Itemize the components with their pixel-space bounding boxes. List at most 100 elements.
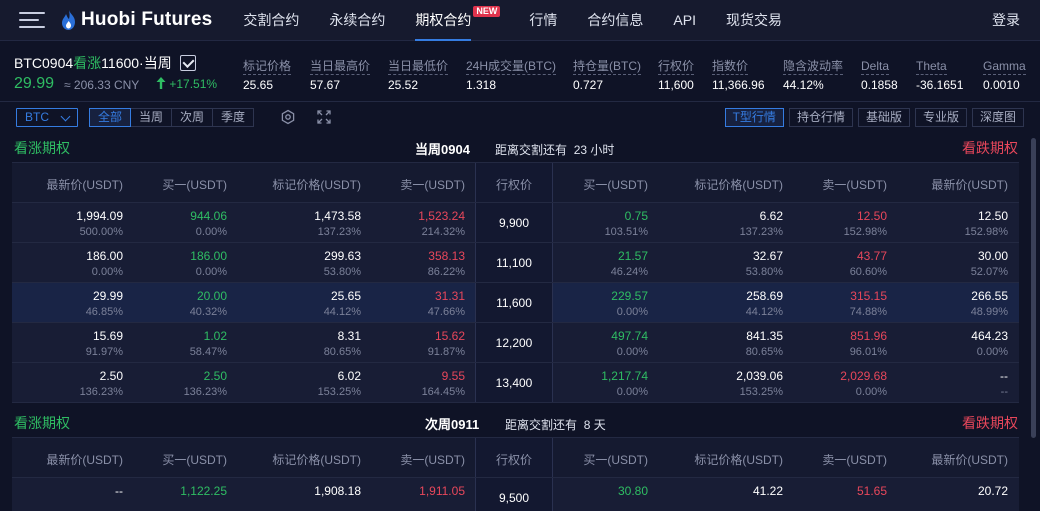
fullscreen-icon[interactable] <box>316 109 332 125</box>
put-ask-cell[interactable]: 43.77 60.60% <box>850 249 887 279</box>
call-mark-cell[interactable]: 25.65 44.12% <box>324 289 361 319</box>
put-ask-cell[interactable]: 2,029.68 0.00% <box>840 369 887 399</box>
countdown-label: 距离交割还有 <box>505 418 578 432</box>
col-header-put-bid: 买一(USDT) <box>583 178 648 192</box>
call-latest-cell[interactable]: 15.69 91.97% <box>86 329 123 359</box>
call-ask-cell[interactable]: 9.55 164.45% <box>422 369 465 399</box>
cell-iv: 91.87% <box>427 346 465 358</box>
cell-iv: 152.98% <box>964 226 1008 238</box>
call-bid-cell[interactable]: 186.00 0.00% <box>190 249 227 279</box>
section-header-next-week: 看涨期权 次周0911 距离交割还有 8 天 看跌期权 <box>0 409 1040 435</box>
filter-this-week[interactable]: 当周 <box>131 108 173 127</box>
table-row[interactable]: 186.00 0.00% 186.00 0.00% 299.63 53.80% 358.13… <box>12 243 1019 283</box>
view-basic[interactable]: 基础版 <box>857 108 910 127</box>
cell-iv: 44.12% <box>323 306 361 318</box>
put-bid-cell[interactable]: 30.80 <box>618 484 648 500</box>
cell-iv: 86.22% <box>427 266 465 278</box>
stat-value: 0.727 <box>573 78 604 92</box>
currency-select[interactable]: BTC <box>16 108 78 127</box>
put-latest-cell[interactable]: 20.72 <box>978 484 1008 500</box>
nav-markets[interactable]: 行情 <box>529 0 557 41</box>
call-latest-cell[interactable]: -- <box>115 484 123 500</box>
cell-iv: -- <box>1000 386 1008 398</box>
settings-hexagon-icon[interactable] <box>280 109 296 125</box>
view-depth-chart[interactable]: 深度图 <box>971 108 1024 127</box>
put-mark-cell[interactable]: 258.69 44.12% <box>746 289 783 319</box>
call-mark-cell[interactable]: 1,908.18 <box>314 484 361 500</box>
call-latest-cell[interactable]: 1,994.09 500.00% <box>76 209 123 239</box>
col-header-put-mark: 标记价格(USDT) <box>694 453 783 467</box>
filter-quarter[interactable]: 季度 <box>213 108 255 127</box>
strike-price: 9,500 <box>498 491 530 505</box>
nav-api[interactable]: API <box>673 0 696 41</box>
call-bid-cell[interactable]: 2.50 136.23% <box>184 369 227 399</box>
stat-gamma: Gamma 0.0010 <box>983 59 1026 92</box>
call-latest-cell[interactable]: 29.99 46.85% <box>86 289 123 319</box>
put-mark-cell[interactable]: 6.62 137.23% <box>740 209 783 239</box>
call-mark-cell[interactable]: 6.02 153.25% <box>318 369 361 399</box>
put-ask-cell[interactable]: 851.96 96.01% <box>850 329 887 359</box>
put-bid-cell[interactable]: 0.75 103.51% <box>605 209 648 239</box>
view-position-quote[interactable]: 持仓行情 <box>788 108 853 127</box>
contract-symbol[interactable]: BTC0904 看涨 11600·当周 <box>14 53 196 73</box>
price-change: +17.51% <box>156 77 217 91</box>
call-bid-cell[interactable]: 944.06 0.00% <box>190 209 227 239</box>
call-bid-cell[interactable]: 1.02 58.47% <box>190 329 227 359</box>
cell-iv: 103.51% <box>604 226 648 238</box>
put-mark-cell[interactable]: 2,039.06 153.25% <box>736 369 783 399</box>
menu-icon[interactable] <box>19 12 45 28</box>
call-ask-cell[interactable]: 1,523.24 214.32% <box>418 209 465 239</box>
put-latest-cell[interactable]: 30.00 52.07% <box>971 249 1008 279</box>
call-bid-cell[interactable]: 1,122.25 <box>180 484 227 500</box>
table-row[interactable]: 1,994.09 500.00% 944.06 0.00% 1,473.58 137.23… <box>12 203 1019 243</box>
nav-delivery-futures[interactable]: 交割合约 <box>243 0 299 41</box>
table-row[interactable]: 2.50 136.23% 2.50 136.23% 6.02 153.25% 9.55 164… <box>12 363 1019 403</box>
login-link[interactable]: 登录 <box>992 0 1020 40</box>
nav-perpetual-swap[interactable]: 永续合约 <box>329 0 385 41</box>
col-header-call-ask: 卖一(USDT) <box>400 453 465 467</box>
view-t-quote[interactable]: T型行情 <box>724 108 784 127</box>
table-row[interactable]: 15.69 91.97% 1.02 58.47% 8.31 80.65% 15.62 91.8… <box>12 323 1019 363</box>
cell-price: 1,908.18 <box>314 484 361 498</box>
contract-select-icon[interactable] <box>179 55 196 71</box>
put-latest-cell[interactable]: 266.55 48.99% <box>971 289 1008 319</box>
put-ask-cell[interactable]: 315.15 74.88% <box>850 289 887 319</box>
call-bid-cell[interactable]: 20.00 40.32% <box>190 289 227 319</box>
cell-iv: 0.00% <box>616 346 648 358</box>
put-latest-cell[interactable]: 464.23 0.00% <box>971 329 1008 359</box>
col-header-strike: 行权价 <box>495 178 532 192</box>
call-mark-cell[interactable]: 299.63 53.80% <box>324 249 361 279</box>
nav-options[interactable]: 期权合约 NEW <box>415 0 501 41</box>
put-mark-cell[interactable]: 41.22 <box>753 484 783 500</box>
call-latest-cell[interactable]: 186.00 0.00% <box>86 249 123 279</box>
logo[interactable]: Huobi Futures <box>61 9 212 31</box>
put-latest-cell[interactable]: 12.50 152.98% <box>965 209 1008 239</box>
put-bid-cell[interactable]: 1,217.74 0.00% <box>601 369 648 399</box>
put-ask-cell[interactable]: 12.50 152.98% <box>844 209 887 239</box>
put-ask-cell[interactable]: 51.65 <box>857 484 887 500</box>
stat-day-low: 当日最低价 25.52 <box>388 59 449 92</box>
table-row[interactable]: 29.99 46.85% 20.00 40.32% 25.65 44.12% 31.31 47… <box>12 283 1019 323</box>
scrollbar[interactable] <box>1031 138 1036 438</box>
put-mark-cell[interactable]: 841.35 80.65% <box>746 329 783 359</box>
nav-spot-trading[interactable]: 现货交易 <box>726 0 782 41</box>
call-latest-cell[interactable]: 2.50 136.23% <box>80 369 123 399</box>
view-pro[interactable]: 专业版 <box>914 108 967 127</box>
call-ask-cell[interactable]: 31.31 47.66% <box>428 289 465 319</box>
put-bid-cell[interactable]: 21.57 46.24% <box>611 249 648 279</box>
call-mark-cell[interactable]: 1,473.58 137.23% <box>314 209 361 239</box>
put-mark-cell[interactable]: 32.67 53.80% <box>746 249 783 279</box>
filter-next-week[interactable]: 次周 <box>172 108 214 127</box>
call-ask-cell[interactable]: 15.62 91.87% <box>428 329 465 359</box>
cell-iv: 47.66% <box>427 306 465 318</box>
put-bid-cell[interactable]: 229.57 0.00% <box>611 289 648 319</box>
put-latest-cell[interactable]: -- -- <box>1000 369 1008 399</box>
put-bid-cell[interactable]: 497.74 0.00% <box>611 329 648 359</box>
call-ask-cell[interactable]: 1,911.05 <box>419 484 465 500</box>
call-ask-cell[interactable]: 358.13 86.22% <box>428 249 465 279</box>
filter-all[interactable]: 全部 <box>89 108 132 127</box>
table-row[interactable]: -- 1,122.25 1,908.18 1,911.05 9,500 30.80 41.2… <box>12 478 1019 511</box>
nav-contract-info[interactable]: 合约信息 <box>587 0 643 41</box>
call-mark-cell[interactable]: 8.31 80.65% <box>324 329 361 359</box>
symbol-call: 看涨 <box>73 55 102 71</box>
